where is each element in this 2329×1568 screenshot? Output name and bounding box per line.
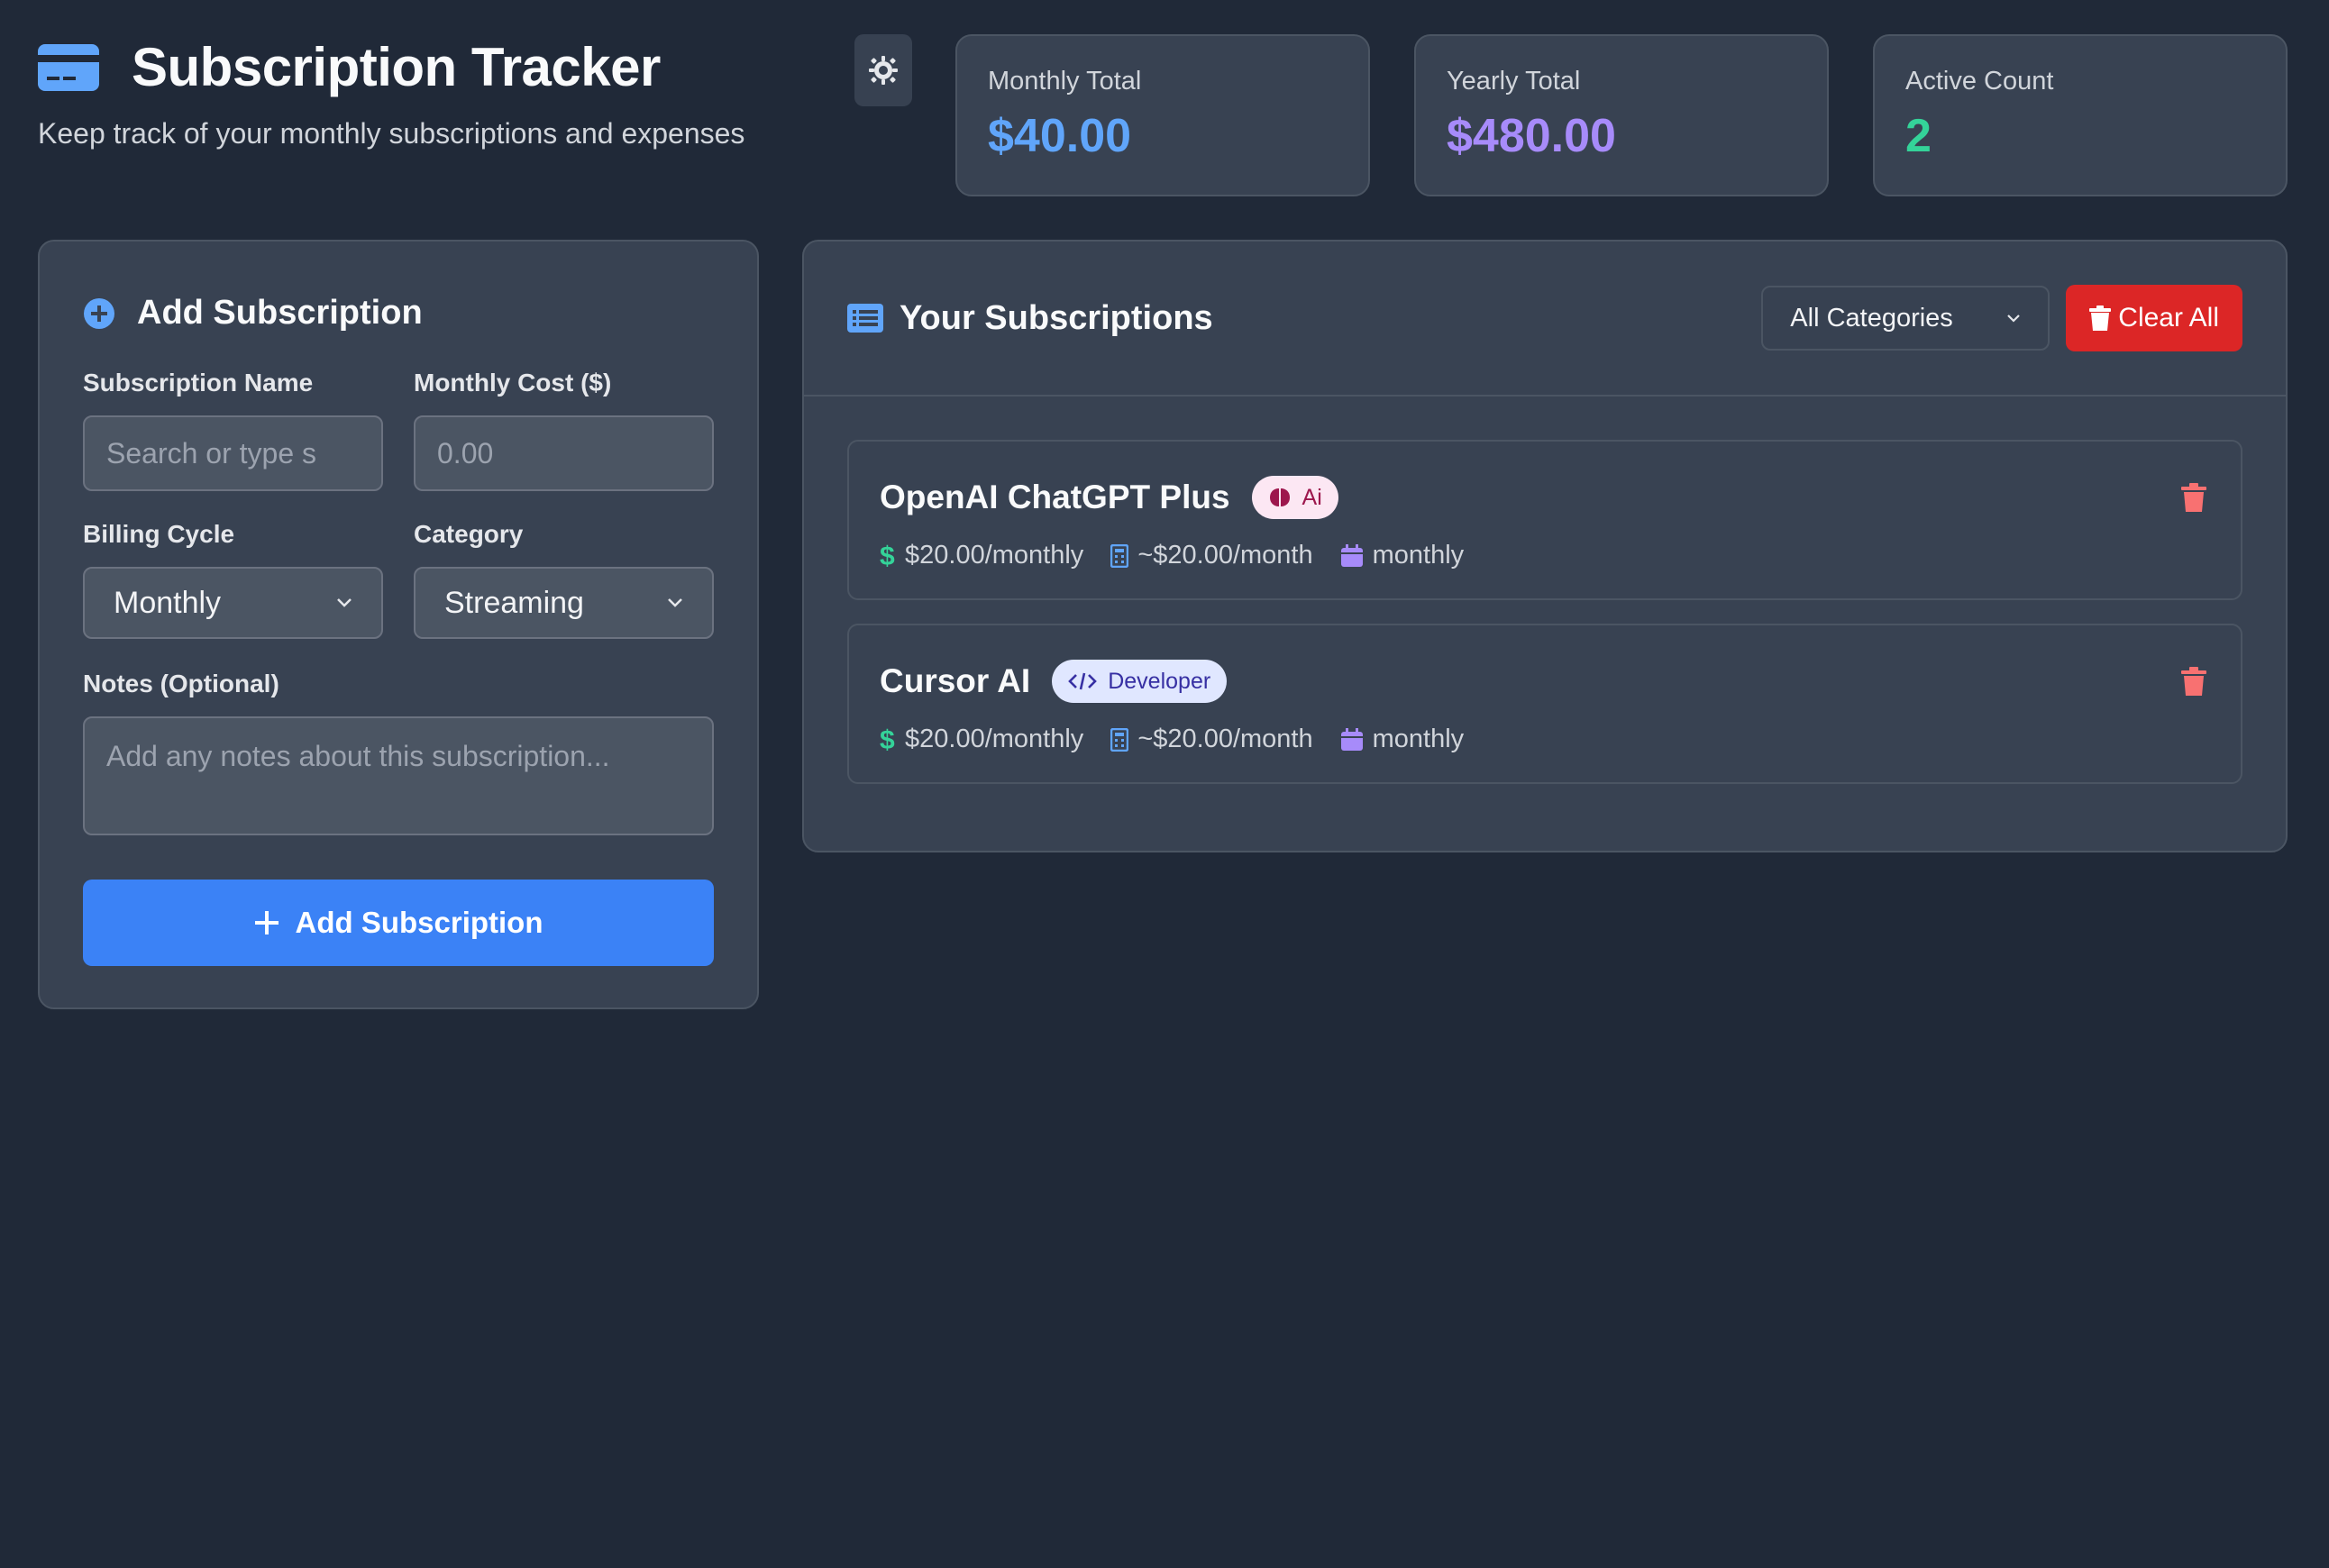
svg-text:$: $ — [880, 542, 895, 570]
monthly-total-card: Monthly Total $40.00 — [955, 34, 1370, 196]
subscription-item: OpenAI ChatGPT Plus Ai $ $20.00/monthly — [847, 440, 2242, 600]
calculator-icon — [1110, 543, 1129, 568]
subscription-name: OpenAI ChatGPT Plus — [880, 479, 1230, 515]
price-text: $20.00/monthly — [905, 725, 1084, 753]
add-subscription-panel: Add Subscription Subscription Name Month… — [38, 240, 759, 1009]
yearly-total-card: Yearly Total $480.00 — [1414, 34, 1829, 196]
billing-cycle-value: Monthly — [114, 585, 222, 620]
page: Subscription Tracker Keep track of your … — [0, 0, 2329, 1568]
monthly-text: ~$20.00/month — [1137, 725, 1313, 753]
chevron-down-icon — [2007, 315, 2021, 323]
list-actions: All Categories Clear All — [1761, 285, 2242, 351]
price-meta: $ $20.00/monthly — [880, 541, 1083, 570]
category-select[interactable]: Streaming — [414, 567, 714, 639]
credit-card-icon — [38, 44, 99, 91]
notes-label: Notes (Optional) — [83, 670, 279, 697]
sun-icon — [869, 56, 898, 85]
stat-label: Monthly Total — [988, 67, 1142, 96]
panel-title-text: Add Subscription — [137, 294, 423, 332]
calendar-icon — [1340, 727, 1363, 751]
add-subscription-button-label: Add Subscription — [295, 906, 543, 939]
active-count-card: Active Count 2 — [1873, 34, 2288, 196]
stat-label: Active Count — [1905, 67, 2054, 96]
category-badge: Ai — [1251, 476, 1338, 519]
monthly-cost-label: Monthly Cost ($) — [414, 369, 612, 397]
billing-cycle-select[interactable]: Monthly — [83, 567, 383, 639]
svg-text:$: $ — [880, 726, 895, 753]
panel-title-text: Your Subscriptions — [900, 298, 1213, 337]
price-text: $20.00/monthly — [905, 541, 1084, 570]
page-title: Subscription Tracker — [132, 37, 661, 97]
brain-icon — [1269, 488, 1290, 506]
list-icon — [847, 304, 883, 333]
calculator-icon — [1110, 727, 1129, 752]
trash-icon — [2089, 305, 2112, 331]
trash-icon — [2181, 667, 2206, 696]
stat-label: Yearly Total — [1447, 67, 1581, 96]
add-subscription-heading: Add Subscription — [83, 294, 714, 333]
category-filter-select[interactable]: All Categories — [1761, 286, 2050, 351]
dollar-icon: $ — [880, 542, 895, 570]
subscription-item: Cursor AI Developer $ $20.00/monthly ~$2… — [847, 624, 2242, 784]
cycle-text: monthly — [1372, 541, 1465, 570]
plus-icon — [254, 911, 279, 934]
stat-value: 2 — [1905, 110, 1932, 162]
category-value: Streaming — [444, 585, 584, 620]
delete-subscription-button[interactable] — [2181, 483, 2206, 516]
subscriptions-heading: Your Subscriptions — [847, 299, 1213, 338]
dollar-icon: $ — [880, 726, 895, 753]
notes-textarea[interactable] — [83, 716, 714, 835]
calendar-icon — [1340, 543, 1363, 567]
subscription-name-input[interactable] — [83, 415, 383, 491]
trash-icon — [2181, 483, 2206, 512]
add-subscription-button[interactable]: Add Subscription — [83, 880, 714, 966]
delete-subscription-button[interactable] — [2181, 667, 2206, 700]
cycle-text: monthly — [1372, 725, 1465, 753]
page-subtitle: Keep track of your monthly subscriptions… — [38, 117, 745, 150]
theme-toggle-button[interactable] — [854, 34, 912, 106]
list-header: Your Subscriptions All Categories Clear … — [804, 242, 2286, 397]
category-badge-label: Ai — [1302, 484, 1322, 510]
category-badge: Developer — [1052, 660, 1228, 703]
brand: Subscription Tracker — [38, 36, 661, 99]
price-meta: $ $20.00/monthly — [880, 725, 1083, 754]
cycle-meta: monthly — [1340, 725, 1465, 754]
plus-circle-icon — [84, 297, 114, 329]
stat-value: $40.00 — [988, 110, 1132, 162]
billing-cycle-label: Billing Cycle — [83, 520, 235, 548]
monthly-meta: ~$20.00/month — [1110, 725, 1313, 754]
monthly-cost-input[interactable] — [414, 415, 714, 491]
subscription-name: Cursor AI — [880, 662, 1031, 699]
category-label: Category — [414, 520, 524, 548]
monthly-meta: ~$20.00/month — [1110, 541, 1313, 570]
cycle-meta: monthly — [1340, 541, 1465, 570]
monthly-text: ~$20.00/month — [1137, 541, 1313, 570]
subscription-name-label: Subscription Name — [83, 369, 314, 397]
clear-all-label: Clear All — [2118, 303, 2219, 333]
subscriptions-list-panel: Your Subscriptions All Categories Clear … — [802, 240, 2288, 852]
code-icon — [1068, 672, 1098, 690]
chevron-down-icon — [337, 598, 352, 607]
category-badge-label: Developer — [1108, 668, 1211, 694]
clear-all-button[interactable]: Clear All — [2066, 285, 2242, 351]
stat-value: $480.00 — [1447, 110, 1616, 162]
chevron-down-icon — [668, 598, 682, 607]
category-filter-value: All Categories — [1790, 303, 1953, 333]
